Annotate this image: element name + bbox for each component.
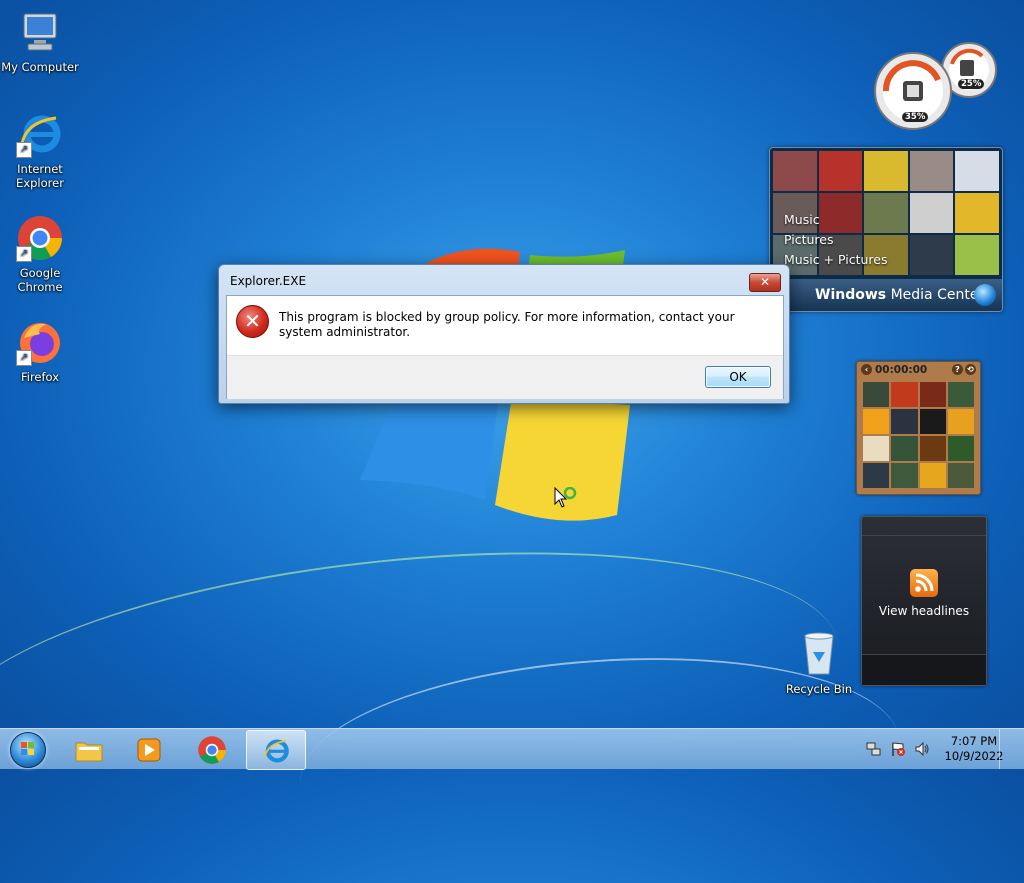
dialog-content: ✕ This program is blocked by group polic… <box>227 296 783 355</box>
dialog-body: ✕ This program is blocked by group polic… <box>226 295 784 399</box>
internet-explorer-icon <box>261 736 291 766</box>
action-center-flag-icon[interactable] <box>890 741 906 757</box>
desktop-icon-google-chrome[interactable]: ↗ Google Chrome <box>0 214 80 294</box>
feed-top-bar <box>862 517 986 536</box>
error-message: This program is blocked by group policy.… <box>279 310 735 339</box>
show-desktop-button[interactable] <box>999 729 1012 769</box>
feed-bottom-bar <box>862 654 986 685</box>
windows-start-orb-icon <box>10 732 46 768</box>
taskbar-media-player[interactable] <box>120 730 178 768</box>
menu-item-music-pictures[interactable]: Music + Pictures <box>784 250 888 270</box>
media-center-brand-bar[interactable]: Windows Media Center <box>770 279 1002 311</box>
shuffle-icon[interactable]: ⟲ <box>965 364 976 375</box>
close-button[interactable]: ✕ <box>749 273 781 292</box>
puzzle-timer: 00:00:00 <box>875 364 928 376</box>
chrome-icon <box>197 735 227 765</box>
desktop-icon-label: Recycle Bin <box>785 682 853 696</box>
desktop-icon-internet-explorer[interactable]: ↗ Internet Explorer <box>0 110 80 190</box>
volume-icon[interactable] <box>914 741 930 757</box>
clock[interactable]: 7:07 PM 10/9/2022 <box>940 734 1008 764</box>
desktop-icon-label: Google Chrome <box>17 266 63 294</box>
taskbar: 7:07 PM 10/9/2022 <box>0 728 1024 770</box>
shortcut-arrow-icon: ↗ <box>16 142 32 158</box>
brand-text: Media Center <box>886 287 985 303</box>
chrome-icon: ↗ <box>16 214 64 262</box>
desktop-icon-recycle-bin[interactable]: Recycle Bin <box>779 630 859 696</box>
desktop-icon-label: Firefox <box>20 370 60 384</box>
picture-puzzle-gadget[interactable]: ‹ 00:00:00 ? ⟲ <box>856 361 981 495</box>
cpu-meter-gadget[interactable]: 35% 25% <box>872 40 1002 135</box>
folder-icon <box>74 735 104 765</box>
media-center-menu: Music Pictures Music + Pictures <box>784 210 888 270</box>
start-button[interactable] <box>4 729 50 769</box>
windows-orb-icon <box>974 284 996 306</box>
taskbar-internet-explorer[interactable] <box>246 730 306 770</box>
dialog-footer: OK <box>227 355 783 399</box>
taskbar-google-chrome[interactable] <box>183 730 241 768</box>
internet-explorer-icon: ↗ <box>16 110 64 158</box>
brand-bold: Windows <box>815 287 887 303</box>
shortcut-arrow-icon: ↗ <box>16 350 32 366</box>
firefox-icon: ↗ <box>16 318 64 366</box>
taskbar-file-explorer[interactable] <box>60 730 118 768</box>
mouse-cursor-icon <box>554 487 577 508</box>
error-dialog: Explorer.EXE ✕ ✕ This program is blocked… <box>218 264 790 404</box>
system-tray: 7:07 PM 10/9/2022 <box>862 729 1012 769</box>
desktop-icon-label: Internet Explorer <box>16 162 64 190</box>
puzzle-back-icon[interactable]: ‹ <box>861 364 872 375</box>
shortcut-arrow-icon: ↗ <box>16 246 32 262</box>
cpu-usage-value: 35% <box>902 112 929 122</box>
desktop-icon-my-computer[interactable]: My Computer <box>0 8 80 74</box>
desktop-icon-label: My Computer <box>1 60 79 74</box>
rss-icon <box>910 569 938 597</box>
desktop-icon-firefox[interactable]: ↗ Firefox <box>0 318 80 384</box>
recycle-bin-icon <box>799 630 839 678</box>
menu-item-pictures[interactable]: Pictures <box>784 230 888 250</box>
puzzle-tiles[interactable] <box>863 382 974 488</box>
clock-date: 10/9/2022 <box>944 749 1004 763</box>
puzzle-header: ‹ 00:00:00 ? ⟲ <box>857 362 980 378</box>
computer-icon <box>16 8 64 56</box>
error-icon: ✕ <box>236 305 269 338</box>
feed-headlines-gadget[interactable]: View headlines <box>861 516 987 686</box>
view-headlines-link[interactable]: View headlines <box>862 604 986 618</box>
memory-usage-value: 25% <box>958 79 985 89</box>
menu-item-music[interactable]: Music <box>784 210 888 230</box>
media-center-gadget[interactable]: Music Pictures Music + Pictures Windows … <box>769 147 1003 312</box>
clock-time: 7:07 PM <box>950 734 998 748</box>
media-player-icon <box>134 735 164 765</box>
ok-button[interactable]: OK <box>705 366 771 388</box>
dialog-title: Explorer.EXE <box>230 274 307 288</box>
help-icon[interactable]: ? <box>952 364 963 375</box>
network-icon[interactable] <box>866 741 882 757</box>
